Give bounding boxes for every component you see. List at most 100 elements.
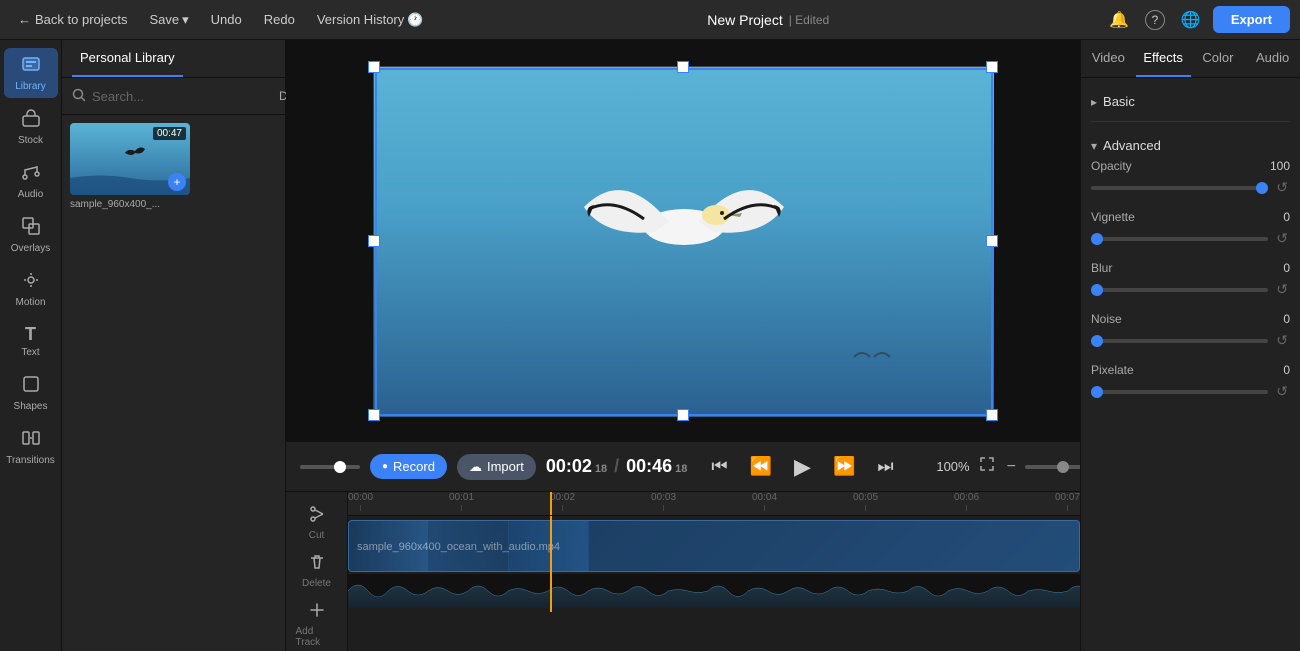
cut-tool[interactable]: Cut bbox=[291, 500, 343, 546]
export-button[interactable]: Export bbox=[1213, 6, 1290, 33]
preview-area: ● Record ☁ Import 00:02 18 / 00:46 18 ⏮ bbox=[286, 40, 1080, 491]
save-button[interactable]: Save ▾ bbox=[142, 8, 197, 32]
version-history-label: Version History bbox=[317, 12, 404, 27]
resize-handle-top-right[interactable] bbox=[986, 61, 998, 73]
transitions-label: Transitions bbox=[6, 455, 55, 466]
search-icon bbox=[72, 88, 86, 105]
list-item[interactable]: 00:47 + sample_960x400_... bbox=[70, 123, 277, 210]
resize-handle-top-left[interactable] bbox=[368, 61, 380, 73]
tab-video[interactable]: Video bbox=[1081, 40, 1136, 77]
personal-library-tab[interactable]: Personal Library bbox=[72, 40, 183, 77]
blur-reset-button[interactable]: ↺ bbox=[1274, 279, 1290, 300]
help-button[interactable]: ? bbox=[1141, 6, 1169, 34]
language-button[interactable]: 🌐 bbox=[1177, 6, 1205, 34]
timeline-tools: Cut Delete Add Tra bbox=[286, 492, 348, 651]
sidebar-item-transitions[interactable]: Transitions bbox=[4, 422, 58, 472]
volume-slider[interactable] bbox=[300, 465, 360, 469]
record-label: Record bbox=[393, 459, 435, 474]
overlays-label: Overlays bbox=[11, 243, 50, 254]
library-label: Library bbox=[15, 81, 46, 92]
center-panel: ● Record ☁ Import 00:02 18 / 00:46 18 ⏮ bbox=[286, 40, 1080, 651]
basic-section: ▸ Basic bbox=[1091, 88, 1290, 122]
add-to-timeline-button[interactable]: + bbox=[168, 173, 186, 191]
notifications-button[interactable]: 🔔 bbox=[1105, 6, 1133, 34]
opacity-reset-button[interactable]: ↺ bbox=[1274, 177, 1290, 198]
opacity-slider[interactable] bbox=[1091, 186, 1268, 190]
add-track-label: Add Track bbox=[296, 626, 338, 648]
noise-slider[interactable] bbox=[1091, 339, 1268, 343]
import-cloud-icon: ☁ bbox=[469, 459, 482, 475]
search-input[interactable] bbox=[92, 89, 268, 104]
pixelate-control: Pixelate 0 ↺ bbox=[1091, 363, 1290, 402]
sidebar-item-library[interactable]: Library bbox=[4, 48, 58, 98]
noise-reset-button[interactable]: ↺ bbox=[1274, 330, 1290, 351]
add-track-tool[interactable]: Add Track bbox=[291, 596, 343, 651]
library-content: 00:47 + sample_960x400_... bbox=[62, 115, 285, 651]
ruler-mark-1: 00:01 bbox=[449, 492, 474, 511]
redo-button[interactable]: Redo bbox=[256, 8, 303, 31]
globe-icon: 🌐 bbox=[1181, 10, 1201, 30]
video-track-row: sample_960x400_ocean_with_audio.mp4 bbox=[348, 516, 1080, 612]
undo-button[interactable]: Undo bbox=[203, 8, 250, 31]
resize-handle-mid-right[interactable] bbox=[986, 235, 998, 247]
sidebar-item-audio[interactable]: Audio bbox=[4, 156, 58, 206]
project-title: New Project bbox=[707, 12, 782, 28]
sidebar-item-motion[interactable]: Motion bbox=[4, 264, 58, 314]
ruler-mark-2: 00:02 bbox=[550, 492, 575, 511]
media-thumbnail[interactable]: 00:47 + bbox=[70, 123, 190, 195]
vignette-reset-button[interactable]: ↺ bbox=[1274, 228, 1290, 249]
pixelate-reset-button[interactable]: ↺ bbox=[1274, 381, 1290, 402]
tab-color[interactable]: Color bbox=[1191, 40, 1246, 77]
version-history-button[interactable]: Version History 🕐 bbox=[309, 8, 432, 32]
play-button[interactable]: ▶ bbox=[790, 450, 815, 484]
fullscreen-button[interactable] bbox=[976, 453, 998, 480]
zoom-out-button[interactable]: − bbox=[1004, 455, 1019, 479]
noise-label: Noise bbox=[1091, 312, 1122, 326]
noise-control: Noise 0 ↺ bbox=[1091, 312, 1290, 351]
transitions-icon bbox=[21, 428, 41, 453]
current-time: 00:02 bbox=[546, 456, 592, 477]
sidebar-item-stock[interactable]: Stock bbox=[4, 102, 58, 152]
library-tabs: Personal Library bbox=[62, 40, 285, 78]
total-fps: 18 bbox=[675, 463, 687, 475]
delete-tool[interactable]: Delete bbox=[291, 548, 343, 594]
skip-forward-button[interactable]: ⏭ bbox=[873, 452, 897, 481]
fast-forward-button[interactable]: ⏩ bbox=[829, 452, 859, 481]
stock-label: Stock bbox=[18, 135, 43, 146]
tab-effects[interactable]: Effects bbox=[1136, 40, 1191, 77]
effects-content: ▸ Basic ▾ Advanced Opacity 100 bbox=[1081, 78, 1300, 651]
basic-section-header[interactable]: ▸ Basic bbox=[1091, 88, 1290, 115]
rewind-button[interactable]: ⏪ bbox=[746, 452, 776, 481]
skip-back-button[interactable]: ⏮ bbox=[707, 452, 731, 481]
library-icon bbox=[21, 54, 41, 79]
ruler-mark-7: 00:07 bbox=[1055, 492, 1080, 511]
resize-handle-top-center[interactable] bbox=[677, 61, 689, 73]
advanced-section-header[interactable]: ▾ Advanced bbox=[1091, 132, 1290, 159]
resize-handle-mid-left[interactable] bbox=[368, 235, 380, 247]
video-clip[interactable]: sample_960x400_ocean_with_audio.mp4 bbox=[348, 520, 1080, 572]
sidebar-item-text[interactable]: T Text bbox=[4, 318, 58, 364]
noise-value: 0 bbox=[1283, 312, 1290, 326]
vignette-slider[interactable] bbox=[1091, 237, 1268, 241]
clip-thumbnails bbox=[349, 521, 1079, 571]
help-icon: ? bbox=[1145, 10, 1165, 30]
zoom-slider[interactable] bbox=[1025, 465, 1080, 469]
cut-icon bbox=[308, 505, 326, 528]
blur-slider[interactable] bbox=[1091, 288, 1268, 292]
vignette-control: Vignette 0 ↺ bbox=[1091, 210, 1290, 249]
pixelate-slider[interactable] bbox=[1091, 390, 1268, 394]
pixelate-label: Pixelate bbox=[1091, 363, 1134, 377]
resize-handle-bot-center[interactable] bbox=[677, 409, 689, 421]
resize-handle-bot-left[interactable] bbox=[368, 409, 380, 421]
resize-handle-bot-right[interactable] bbox=[986, 409, 998, 421]
sidebar-item-shapes[interactable]: Shapes bbox=[4, 368, 58, 418]
ruler-mark-6: 00:06 bbox=[954, 492, 979, 511]
back-button[interactable]: ← Back to projects bbox=[10, 8, 136, 31]
media-duration: 00:47 bbox=[153, 127, 186, 140]
import-button[interactable]: ☁ Import bbox=[457, 454, 536, 480]
timeline-area: Cut Delete Add Tra bbox=[286, 491, 1080, 651]
record-button[interactable]: ● Record bbox=[370, 454, 447, 479]
tab-audio[interactable]: Audio bbox=[1245, 40, 1300, 77]
zoom-controls: 100% − + bbox=[928, 453, 1080, 480]
sidebar-item-overlays[interactable]: Overlays bbox=[4, 210, 58, 260]
